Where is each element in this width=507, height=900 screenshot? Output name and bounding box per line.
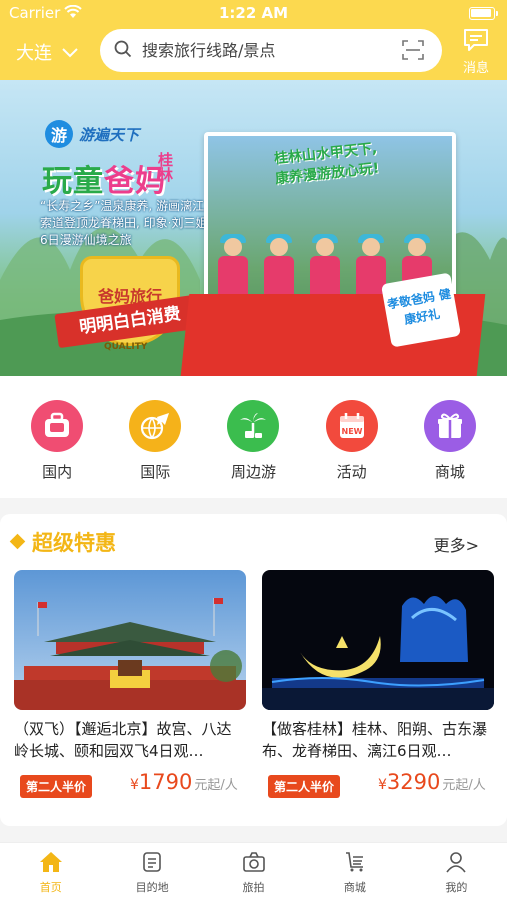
category-label: 周边游 <box>230 463 276 481</box>
banner-title-part1: 玩童 <box>42 164 104 199</box>
category-international[interactable]: 国际 <box>120 400 190 498</box>
camera-icon <box>242 852 266 877</box>
tab-shop[interactable]: 商城 <box>304 843 405 900</box>
scan-icon[interactable] <box>402 40 424 64</box>
guilin-night-moon-photo <box>262 570 494 710</box>
chevron-down-icon <box>62 42 78 63</box>
deal-card[interactable]: 【做客桂林】桂林、阳朔、古东瀑布、龙脊梯田、漓江6日观… 第二人半价 ¥3290… <box>262 570 494 808</box>
category-domestic[interactable]: 国内 <box>22 400 92 498</box>
diamond-icon <box>9 533 26 550</box>
tab-label: 我的 <box>445 881 468 894</box>
header-bar: Carrier 1:22 AM 大连 消息 <box>0 0 507 80</box>
clock: 1:22 AM <box>218 4 289 22</box>
quality-label: QUALITY <box>104 342 148 352</box>
deal-card[interactable]: （双飞）【邂逅北京】故宫、八达岭长城、颐和园双飞4日观… 第二人半价 ¥1790… <box>14 570 246 808</box>
price-value: 3290 <box>386 770 441 794</box>
suitcase-icon <box>31 400 84 452</box>
gift-note: 孝敬爸妈 健康好礼 <box>380 272 462 348</box>
svg-text:NEW: NEW <box>341 427 362 436</box>
tab-destination[interactable]: 目的地 <box>101 843 202 900</box>
tab-profile[interactable]: 我的 <box>406 843 507 900</box>
category-nearby[interactable]: 周边游 <box>218 400 288 498</box>
super-deals-section: 超级特惠 更多> （双飞）【邂逅北京】故宫、八达岭长城、颐和园双飞4日观… 第二… <box>0 514 507 826</box>
brand-mark: 游 <box>45 120 73 148</box>
promo-badge: 第二人半价 <box>268 775 341 798</box>
category-label: 商城 <box>434 463 465 481</box>
brand-logo: 游 游遍天下 <box>45 120 139 148</box>
price-unit: 元起/人 <box>194 778 238 793</box>
tiananmen-photo <box>14 570 246 710</box>
airplane-globe-icon <box>129 400 182 452</box>
search-input[interactable] <box>142 41 392 60</box>
city-selector[interactable]: 大连 <box>16 39 78 65</box>
category-label: 活动 <box>336 463 367 481</box>
section-header: 超级特惠 更多> <box>0 514 507 568</box>
deal-name: （双飞）【邂逅北京】故宫、八达岭长城、颐和园双飞4日观… <box>14 720 232 760</box>
deal-price: ¥3290 元起/人 <box>378 770 486 794</box>
price-unit: 元起/人 <box>442 778 486 793</box>
tab-travel-photo[interactable]: 旅拍 <box>203 843 304 900</box>
bottom-tab-bar: 首页 目的地 旅拍 商城 我的 <box>0 842 507 900</box>
destination-icon <box>141 852 163 877</box>
more-link[interactable]: 更多> <box>434 532 479 556</box>
search-icon <box>114 40 132 62</box>
deal-name: 【做客桂林】桂林、阳朔、古东瀑布、龙脊梯田、漓江6日观… <box>262 720 488 760</box>
price-currency: ¥ <box>378 777 387 793</box>
category-label: 国内 <box>42 463 73 481</box>
message-label: 消息 <box>462 61 489 76</box>
message-icon <box>463 29 489 56</box>
tab-label: 目的地 <box>135 881 169 894</box>
brand-name: 游遍天下 <box>79 125 140 144</box>
city-label: 大连 <box>16 43 52 64</box>
tab-label: 商城 <box>343 881 366 894</box>
tab-label: 旅拍 <box>242 881 265 894</box>
home-icon <box>39 852 63 877</box>
status-bar: Carrier 1:22 AM <box>0 0 507 28</box>
category-nav: 国内 国际 周边游 NEW 活动 商城 <box>0 376 507 498</box>
banner-title-side: 桂林 <box>156 152 174 182</box>
message-button[interactable]: 消息 <box>456 28 496 76</box>
shop-icon <box>343 852 367 877</box>
category-events[interactable]: NEW 活动 <box>317 400 387 498</box>
category-mall[interactable]: 商城 <box>415 400 485 498</box>
calendar-new-icon: NEW <box>325 400 378 452</box>
tab-label: 首页 <box>39 881 62 894</box>
battery-icon <box>469 7 498 20</box>
palm-tree-icon <box>227 400 280 452</box>
deal-price: ¥1790 元起/人 <box>130 770 238 794</box>
user-icon <box>445 852 467 877</box>
banner-description: “长寿之乡”温泉康养, 游画漓江,索道登顶龙脊梯田, 印象·刘三姐 6日漫游仙境… <box>40 199 208 247</box>
gift-icon <box>423 400 476 452</box>
price-value: 1790 <box>138 770 193 794</box>
banner-title: 玩童爸妈 <box>42 156 166 200</box>
promo-badge: 第二人半价 <box>20 775 93 798</box>
price-currency: ¥ <box>130 777 139 793</box>
category-label: 国际 <box>140 463 171 481</box>
section-title: 超级特惠 <box>32 531 116 555</box>
tab-home[interactable]: 首页 <box>0 843 101 900</box>
search-bar[interactable] <box>100 29 442 72</box>
promo-banner[interactable]: 游 游遍天下 玩童爸妈 桂林 “长寿之乡”温泉康养, 游画漓江,索道登顶龙脊梯田… <box>0 80 507 376</box>
